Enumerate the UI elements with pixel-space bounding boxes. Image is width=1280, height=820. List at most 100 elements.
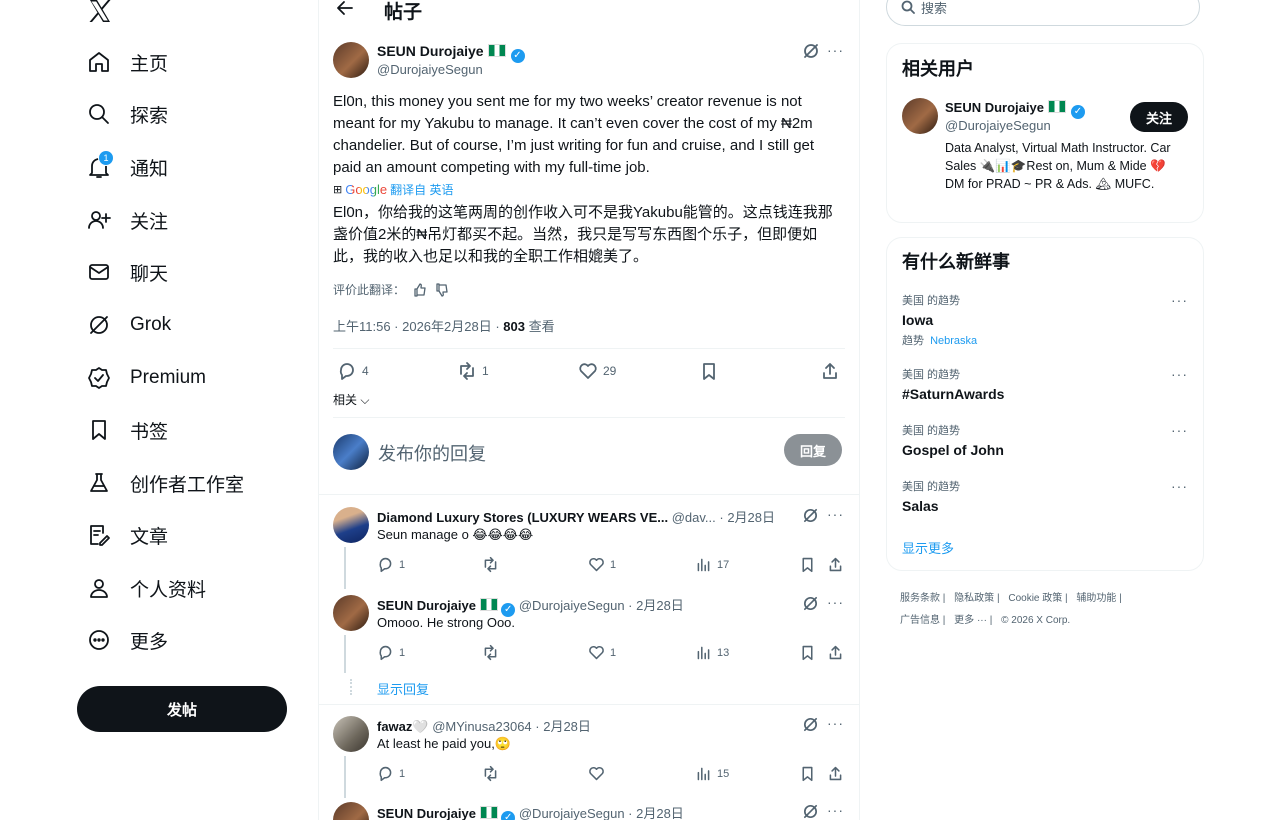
avatar[interactable] (333, 507, 369, 543)
trend-sub-link[interactable]: Nebraska (930, 335, 977, 347)
footer-link[interactable]: 辅助功能 (1076, 593, 1116, 604)
reply-button[interactable]: 回复 (784, 434, 842, 466)
footer-link[interactable]: 更多 ··· (954, 615, 987, 626)
reply-author-handle[interactable]: @dav... (672, 510, 716, 525)
reply-action[interactable]: 4 (337, 361, 369, 381)
more-options-icon[interactable]: ··· (827, 42, 844, 58)
nav-bookmarks[interactable]: 书签 (86, 410, 168, 450)
user-handle[interactable]: @DurojaiyeSegun (945, 118, 1051, 133)
reply-author-name[interactable]: Diamond Luxury Stores (LUXURY WEARS VE..… (377, 510, 668, 525)
more-options-icon[interactable]: ··· (827, 802, 844, 818)
nav-grok[interactable]: Grok (86, 305, 171, 345)
reply-author-name[interactable]: SEUN Durojaiye (377, 806, 476, 820)
reply-date[interactable]: · 2月28日 (625, 806, 684, 820)
reply-date[interactable]: · 2月28日 (532, 719, 591, 734)
reply-action[interactable]: 1 (377, 556, 405, 573)
bookmark-action[interactable] (699, 361, 719, 381)
views-action[interactable]: 13 (695, 644, 729, 661)
trend-item[interactable]: 美国 的趋势 #SaturnAwards ··· (902, 366, 1188, 402)
bookmark-action[interactable] (799, 765, 816, 782)
grok-icon[interactable] (802, 42, 820, 60)
reply-date[interactable]: · 2月28日 (716, 510, 775, 525)
views-action[interactable]: 17 (695, 556, 729, 573)
more-options-icon[interactable]: ··· (1171, 422, 1188, 438)
author-handle[interactable]: @DurojaiyeSegun (377, 62, 483, 77)
reply-item[interactable]: SEUN Durojaiye ✓ @DurojaiyeSegun · 2月28日… (319, 593, 859, 673)
post-button[interactable]: 发帖 (77, 686, 287, 732)
nav-notifications[interactable]: 1 通知 (86, 147, 168, 187)
nav-profile[interactable]: 个人资料 (86, 568, 206, 608)
thumbs-down-icon[interactable] (435, 282, 449, 297)
grok-icon[interactable] (802, 595, 819, 612)
like-action[interactable] (588, 765, 605, 782)
post-timestamp[interactable]: 上午11:56 · 2026年2月28日 · 803 查看 (333, 316, 555, 335)
avatar[interactable] (333, 716, 369, 752)
nav-premium[interactable]: Premium (86, 358, 206, 398)
nav-follow[interactable]: 关注 (86, 200, 168, 240)
nav-articles[interactable]: 文章 (86, 515, 168, 555)
nav-creator-studio[interactable]: 创作者工作室 (86, 463, 244, 503)
post-author[interactable]: SEUN Durojaiye ✓ (377, 43, 525, 63)
repost-action[interactable] (482, 556, 499, 573)
footer-link[interactable]: Cookie 政策 (1008, 593, 1062, 604)
reply-action[interactable]: 1 (377, 765, 405, 782)
grok-icon[interactable] (802, 716, 819, 733)
related-dropdown[interactable]: 相关 ⌵ (333, 391, 369, 408)
share-action[interactable] (827, 765, 844, 782)
follow-button[interactable]: 关注 (1130, 102, 1188, 132)
more-options-icon[interactable]: ··· (827, 715, 844, 731)
user-name-row[interactable]: SEUN Durojaiye ✓ (945, 99, 1085, 119)
footer-link[interactable]: 广告信息 (900, 615, 940, 626)
reply-author-name[interactable]: SEUN Durojaiye (377, 598, 476, 613)
back-arrow-icon[interactable] (335, 0, 355, 18)
share-action[interactable] (827, 644, 844, 661)
trend-item[interactable]: 美国 的趋势 Salas ··· (902, 478, 1188, 514)
repost-action[interactable] (482, 644, 499, 661)
reply-author-name[interactable]: fawaz🤍 (377, 719, 429, 734)
repost-action[interactable] (482, 765, 499, 782)
more-options-icon[interactable]: ··· (1171, 366, 1188, 382)
translation-line[interactable]: ⊞ Google 翻译自 英语 (333, 181, 453, 198)
show-more-link[interactable]: 显示更多 (902, 538, 954, 557)
grok-icon[interactable] (802, 803, 819, 820)
nav-home[interactable]: 主页 (86, 42, 168, 82)
nav-chat[interactable]: 聊天 (86, 252, 168, 292)
footer-link[interactable]: 隐私政策 (954, 593, 994, 604)
like-action[interactable]: 1 (588, 556, 616, 573)
x-logo-icon[interactable] (88, 0, 112, 22)
more-options-icon[interactable]: ··· (1171, 292, 1188, 308)
repost-action[interactable]: 1 (457, 361, 489, 381)
footer-link[interactable]: 服务条款 (900, 593, 940, 604)
show-replies-link[interactable]: 显示回复 (377, 679, 429, 698)
reply-author-handle[interactable]: @DurojaiyeSegun (519, 806, 625, 820)
reply-date[interactable]: · 2月28日 (625, 598, 684, 613)
more-options-icon[interactable]: ··· (1171, 478, 1188, 494)
search-input[interactable]: 搜索 (886, 0, 1200, 26)
avatar[interactable] (333, 595, 369, 631)
share-action[interactable] (827, 556, 844, 573)
reply-item[interactable]: SEUN Durojaiye ✓ @DurojaiyeSegun · 2月28日… (319, 802, 859, 820)
bookmark-action[interactable] (799, 644, 816, 661)
reply-action[interactable]: 1 (377, 644, 405, 661)
avatar[interactable] (333, 802, 369, 820)
like-action[interactable]: 1 (588, 644, 616, 661)
trend-item[interactable]: 美国 的趋势 Gospel of John ··· (902, 422, 1188, 458)
reply-author-handle[interactable]: @DurojaiyeSegun (519, 598, 625, 613)
bookmark-action[interactable] (799, 556, 816, 573)
share-action[interactable] (820, 361, 840, 381)
reply-item[interactable]: fawaz🤍 @MYinusa23064 · 2月28日 ··· At leas… (319, 714, 859, 798)
like-action[interactable]: 29 (578, 361, 616, 381)
reply-input[interactable]: 发布你的回复 (378, 440, 486, 466)
more-options-icon[interactable]: ··· (827, 506, 844, 522)
thumbs-up-icon[interactable] (413, 282, 427, 297)
grok-icon[interactable] (802, 507, 819, 524)
views-action[interactable]: 15 (695, 765, 729, 782)
avatar[interactable] (333, 42, 369, 78)
more-options-icon[interactable]: ··· (827, 594, 844, 610)
nav-explore[interactable]: 探索 (86, 94, 168, 134)
reply-item[interactable]: Diamond Luxury Stores (LUXURY WEARS VE..… (319, 505, 859, 589)
reply-author-handle[interactable]: @MYinusa23064 (432, 719, 531, 734)
nav-more[interactable]: 更多 (86, 620, 168, 660)
trend-item[interactable]: 美国 的趋势 Iowa 趋势 Nebraska ··· (902, 292, 1188, 347)
avatar[interactable] (902, 98, 938, 134)
